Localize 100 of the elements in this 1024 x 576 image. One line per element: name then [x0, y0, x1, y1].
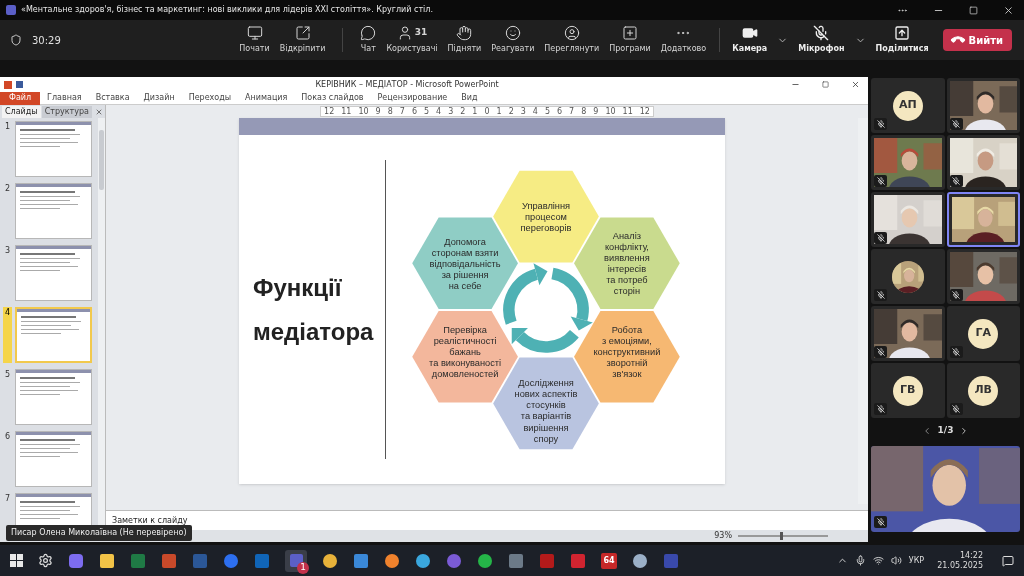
ribbon-tab[interactable]: Вставка	[88, 92, 137, 104]
hand-icon	[456, 25, 473, 41]
mail-app-icon[interactable]	[254, 552, 270, 569]
slide-thumbnail[interactable]	[15, 183, 92, 239]
participant-tile[interactable]: ГВ	[871, 363, 945, 418]
participant-tile[interactable]	[946, 78, 1020, 133]
participant-tile[interactable]	[946, 135, 1020, 190]
presentation-app-icon[interactable]	[161, 552, 177, 569]
leave-button[interactable]: Вийти	[942, 29, 1012, 51]
ribbon-tab[interactable]: Анимация	[238, 92, 295, 104]
avatar-initials: ГВ	[892, 375, 923, 406]
ribbon-tab[interactable]: Главная	[40, 92, 89, 104]
participant-tile[interactable]: ЛВ	[946, 363, 1020, 418]
slide-title: Функції медіатора	[253, 272, 375, 347]
video-call-app-icon[interactable]	[223, 552, 239, 569]
microphone-button[interactable]: Мікрофон	[794, 25, 849, 55]
ribbon-tab[interactable]: Рецензирование	[370, 92, 455, 104]
avatar-initials: АП	[892, 90, 923, 121]
participant-tile[interactable]: ГА	[946, 306, 1020, 361]
folder-icon[interactable]	[99, 552, 115, 569]
notifications-icon[interactable]	[1002, 554, 1014, 567]
slide-number: 4	[3, 307, 12, 363]
toolbar-button[interactable]: Переглянути	[539, 21, 605, 59]
toolbar-button[interactable]: Програми	[604, 21, 656, 59]
toolbar-button[interactable]: Відкріпити	[274, 21, 331, 59]
pane-tab[interactable]: Слайды	[2, 105, 41, 118]
zoom-slider[interactable]	[738, 532, 828, 540]
chat-bubble-icon[interactable]	[477, 552, 493, 569]
fox-browser-icon[interactable]	[384, 552, 400, 569]
wifi-icon[interactable]	[872, 555, 884, 566]
toolbar-button[interactable]: Реагувати	[486, 21, 540, 59]
app-icon[interactable]: 64	[601, 552, 617, 569]
participant-tile[interactable]	[946, 249, 1020, 304]
phone-chat-icon[interactable]	[446, 552, 462, 569]
photos-icon[interactable]	[353, 552, 369, 569]
paint-palette-icon[interactable]	[632, 552, 648, 569]
video-camera-icon	[741, 25, 758, 41]
slide-thumbnail[interactable]	[15, 245, 92, 301]
browser-icon[interactable]	[322, 552, 338, 569]
spreadsheet-app-icon[interactable]	[130, 552, 146, 569]
participant-tile[interactable]: АП	[871, 78, 945, 133]
teams-logo-icon	[6, 5, 16, 15]
page-indicator: 1/3	[937, 424, 954, 438]
hexagon-label: Перевірка реалістичності бажань та виконуваності домовленостей	[428, 324, 501, 379]
teams-app-icon[interactable]: 1	[285, 549, 307, 572]
participant-count: 31	[414, 26, 428, 40]
slide-thumbnail[interactable]	[15, 121, 92, 177]
clock[interactable]: 14:22 21.05.2025	[937, 550, 983, 571]
mic-off-icon	[813, 25, 830, 41]
hexagon-label: Аналіз конфлікту, виявлення інтересів та потреб сторін	[603, 230, 650, 296]
toolbar-button[interactable]: Додатково	[655, 21, 712, 59]
toolbar-button[interactable]: Чат	[355, 21, 382, 59]
ribbon-tab[interactable]: Вид	[454, 92, 485, 104]
messenger-icon[interactable]	[415, 552, 431, 569]
plus-square-icon	[621, 25, 638, 41]
participant-tile[interactable]	[946, 192, 1020, 247]
scrollbar[interactable]	[858, 118, 868, 504]
copilot-icon[interactable]	[68, 552, 84, 569]
toolbar-button[interactable]: 31 Користувачі	[381, 21, 443, 59]
pane-tab[interactable]: Структура	[41, 105, 92, 118]
ribbon-tab[interactable]: Дизайн	[136, 92, 182, 104]
hexagon-label: Дослідження нових аспектів стосунків та варіантів вирішення спору	[514, 377, 577, 444]
slide-number: 7	[3, 493, 12, 505]
camera-button[interactable]: Камера	[728, 25, 772, 55]
settings-icon[interactable]	[38, 553, 53, 568]
close-icon[interactable]	[851, 80, 860, 89]
calculator-icon[interactable]	[508, 552, 524, 569]
ribbon-tab[interactable]: Переходы	[181, 92, 239, 104]
mic-off-icon	[874, 516, 887, 528]
participant-tile[interactable]	[871, 249, 945, 304]
slide-thumbnail[interactable]	[15, 307, 92, 363]
start-icon[interactable]	[10, 554, 23, 567]
pdf-icon[interactable]	[539, 552, 555, 569]
maximize-icon[interactable]	[822, 81, 829, 88]
toolbar-button[interactable]: Підняти	[442, 21, 487, 59]
close-icon[interactable]	[1003, 4, 1014, 16]
ruler: 12 11 10 9 8 7 6 5 4 3 2 1 0 1 2 3 4 5 6 7 8 9 10 11 12	[320, 106, 654, 117]
monitor-icon	[246, 25, 263, 41]
participant-tile[interactable]	[871, 135, 945, 190]
shield-icon	[10, 34, 22, 46]
volume-icon[interactable]	[890, 555, 902, 566]
smiley-icon	[504, 25, 521, 41]
hexagon-label: Управління процесом переговорів	[520, 200, 571, 233]
meeting-timer: 30:29	[32, 33, 61, 48]
toolbar-button[interactable]: Почати	[234, 21, 275, 59]
presenter-name-tooltip: Писар Олена Миколаївна (Не перевірено)	[6, 525, 192, 541]
language-indicator[interactable]: УКР	[908, 554, 925, 567]
slide-number: 1	[3, 121, 12, 133]
slide-thumbnail[interactable]	[15, 431, 92, 487]
app-icon[interactable]	[570, 552, 586, 569]
slide-thumbnail[interactable]	[15, 369, 92, 425]
ribbon-tab[interactable]: Показ слайдов	[294, 92, 371, 104]
chat-icon	[360, 25, 377, 41]
mic-icon[interactable]	[854, 555, 866, 566]
participant-tile[interactable]	[871, 306, 945, 361]
share-screen-icon	[894, 25, 911, 41]
participant-tile[interactable]	[871, 192, 945, 247]
popout-icon	[294, 25, 311, 41]
slide-number: 6	[3, 431, 12, 443]
share-button[interactable]: Поділитися	[871, 25, 933, 55]
